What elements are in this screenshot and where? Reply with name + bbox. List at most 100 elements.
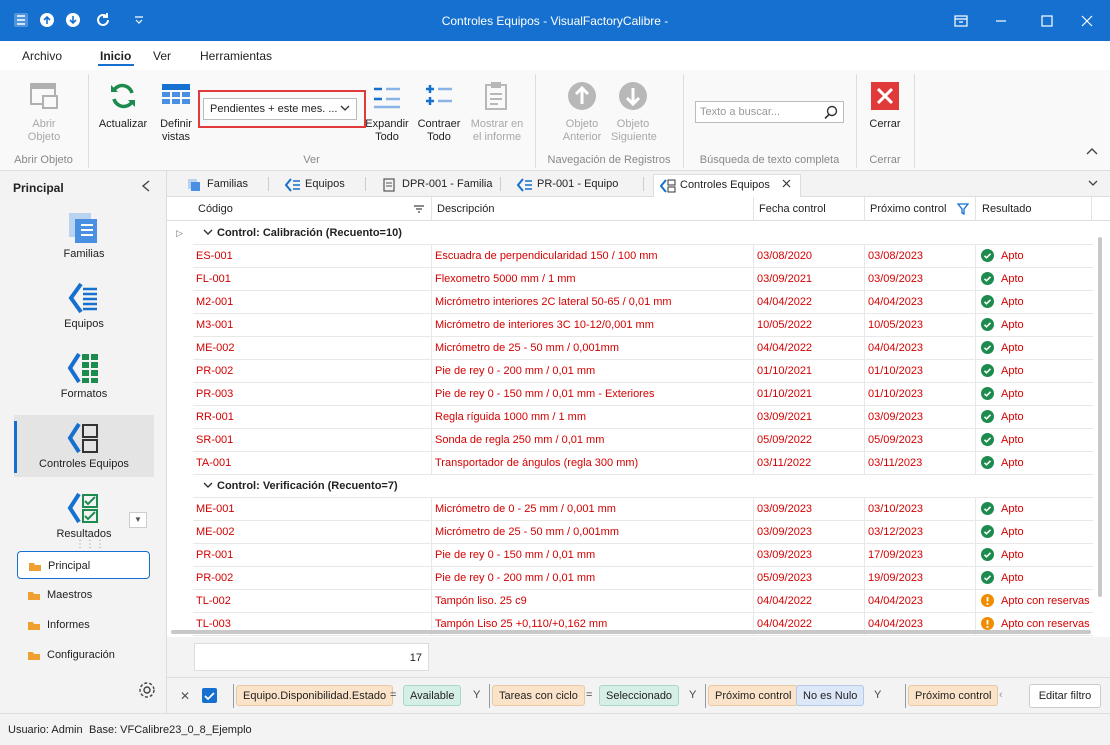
result-text: Apto — [1001, 342, 1024, 354]
minimize-icon[interactable] — [978, 0, 1024, 41]
collapse-ribbon-icon[interactable] — [1086, 146, 1098, 159]
table-row[interactable]: FL-001 Flexometro 5000 mm / 1 mm 03/09/202… — [193, 268, 1093, 291]
nav-item-controles-equipos[interactable]: Controles Equipos — [14, 415, 154, 477]
nav-group-informes[interactable]: Informes — [17, 611, 150, 639]
filter-enabled-checkbox[interactable] — [202, 688, 217, 703]
filter-field-chip[interactable]: Tareas con ciclo — [492, 685, 585, 706]
nav-group-label: Principal — [48, 560, 91, 572]
group-row[interactable]: Control: Verificación (Recuento=7) — [193, 475, 1093, 498]
clear-filter-icon[interactable]: ✕ — [180, 689, 190, 703]
doc-tab-dpr-001[interactable]: DPR-001 - Familia — [382, 174, 492, 197]
filter-operator-chip[interactable]: No es Nulo — [796, 685, 865, 706]
filter-field-chip[interactable]: Equipo.Disponibilidad.Estado — [236, 685, 394, 706]
col-header-descripcion[interactable]: Descripción — [437, 203, 494, 215]
define-views-button[interactable]: Definir vistas — [152, 80, 200, 144]
group-row[interactable]: Control: Calibración (Recuento=10) — [193, 222, 1093, 245]
result-text: Apto — [1001, 572, 1024, 584]
filter-value-chip[interactable]: Seleccionado — [599, 685, 680, 706]
table-row[interactable]: ME-002 Micrómetro de 25 - 50 mm / 0,001mm… — [193, 337, 1093, 360]
previous-object-button[interactable]: Objeto Anterior — [560, 80, 604, 144]
filter-icon[interactable] — [956, 203, 970, 218]
check-circle-icon — [981, 341, 994, 354]
gear-icon[interactable] — [138, 681, 156, 702]
table-row[interactable]: PR-001 Pie de rey 0 - 150 mm / 0,01 mm 03/… — [193, 544, 1093, 567]
filter-value-chip[interactable]: Available — [403, 685, 462, 706]
table-row[interactable]: ME-002 Micrómetro de 25 - 50 mm / 0,001mm… — [193, 521, 1093, 544]
result-text: Apto — [1001, 365, 1024, 377]
open-object-button[interactable]: Abrir Objeto — [22, 80, 66, 144]
filter-and[interactable]: Y — [874, 689, 881, 701]
table-row[interactable]: ES-001 Escuadra de perpendicularidad 150 … — [193, 245, 1093, 268]
table-row[interactable]: TA-001 Transportador de ángulos (regla 30… — [193, 452, 1093, 475]
col-header-resultado[interactable]: Resultado — [982, 203, 1032, 215]
column-divider — [753, 567, 754, 590]
doc-tab-equipos[interactable]: Equipos — [284, 174, 345, 197]
tab-herramientas[interactable]: Herramientas — [200, 49, 272, 63]
refresh-button[interactable]: Actualizar — [98, 80, 148, 131]
table-row[interactable]: ME-001 Micrómetro de 0 - 25 mm / 0,001 mm… — [193, 498, 1093, 521]
nav-group-maestros[interactable]: Maestros — [17, 581, 150, 609]
cell-resultado: Apto — [975, 360, 1093, 383]
total-count: 17 — [194, 643, 429, 671]
nav-group-principal[interactable]: Principal — [17, 551, 150, 579]
table-row[interactable]: RR-001 Regla ríguida 1000 mm / 1 mm 03/09/… — [193, 406, 1093, 429]
col-header-codigo[interactable]: Código — [198, 203, 233, 215]
horizontal-scrollbar[interactable] — [171, 630, 1091, 634]
folder-icon — [27, 590, 41, 604]
filter-and[interactable]: Y — [473, 689, 480, 701]
doc-tab-pr-001[interactable]: PR-001 - Equipo — [516, 174, 618, 197]
check-circle-icon — [981, 410, 994, 423]
scroll-down-icon[interactable]: ▼ — [129, 512, 147, 528]
nav-item-equipos[interactable]: Equipos — [14, 275, 154, 337]
close-button[interactable]: Cerrar — [864, 80, 906, 131]
tab-ver[interactable]: Ver — [153, 49, 171, 63]
filter-operator[interactable]: = — [390, 689, 396, 701]
table-row[interactable]: PR-002 Pie de rey 0 - 200 mm / 0,01 mm 01/… — [193, 360, 1093, 383]
expand-all-button[interactable]: Expandir Todo — [364, 80, 410, 144]
table-row[interactable]: M2-001 Micrómetro interiores 2C lateral 5… — [193, 291, 1093, 314]
col-header-fecha-control[interactable]: Fecha control — [759, 203, 826, 215]
scroll-left-icon[interactable]: ‹ — [999, 689, 1003, 701]
next-object-button[interactable]: Objeto Siguiente — [611, 80, 657, 144]
table-row[interactable]: M3-001 Micrómetro de interiores 3C 10-12/… — [193, 314, 1093, 337]
nav-item-formatos[interactable]: Formatos — [14, 345, 154, 407]
familias-icon — [67, 211, 101, 245]
cell-codigo: PR-001 — [196, 549, 234, 561]
tab-inicio[interactable]: Inicio — [100, 49, 131, 63]
doc-tab-label: Controles Equipos — [680, 179, 770, 191]
chevron-down-icon[interactable] — [203, 481, 213, 493]
doc-tab-controles-equipos[interactable]: Controles Equipos — [653, 174, 801, 197]
doc-tab-familias[interactable]: Familias — [187, 174, 248, 197]
filter-and[interactable]: Y — [689, 689, 696, 701]
chevron-down-icon[interactable] — [203, 228, 213, 240]
table-row[interactable]: PR-002 Pie de rey 0 - 200 mm / 0,01 mm 05/… — [193, 567, 1093, 590]
edit-filter-button[interactable]: Editar filtro — [1029, 684, 1101, 708]
col-header-proximo-control[interactable]: Próximo control — [870, 203, 946, 215]
table-row[interactable]: PR-003 Pie de rey 0 - 150 mm / 0,01 mm - … — [193, 383, 1093, 406]
nav-item-familias[interactable]: Familias — [14, 205, 154, 267]
tabs-dropdown-icon[interactable] — [1088, 178, 1098, 190]
cell-resultado: Apto — [975, 291, 1093, 314]
cell-proximo: 03/08/2023 — [868, 250, 924, 262]
navigation-panel: Principal Familias Equipos Formatos Cont… — [0, 171, 167, 713]
vertical-scrollbar[interactable] — [1098, 237, 1102, 597]
tab-archivo[interactable]: Archivo — [22, 49, 62, 63]
close-tab-icon[interactable] — [782, 179, 791, 191]
show-in-report-button[interactable]: Mostrar en el informe — [468, 80, 526, 144]
cell-descripcion: Escuadra de perpendicularidad 150 / 100 … — [435, 250, 658, 262]
column-divider — [753, 360, 754, 383]
table-row[interactable]: TL-002 Tampón liso. 25 c9 04/04/2022 04/04/… — [193, 590, 1093, 613]
filter-field-chip[interactable]: Próximo control — [708, 685, 799, 706]
search-input[interactable]: Texto a buscar... — [695, 101, 844, 123]
filter-field-chip[interactable]: Próximo control — [908, 685, 999, 706]
close-icon[interactable] — [1064, 0, 1110, 41]
cell-codigo: SR-001 — [196, 434, 234, 446]
collapse-panel-icon[interactable] — [141, 180, 151, 195]
resize-grip[interactable]: ⋮⋮⋮ — [75, 539, 105, 550]
nav-group-configuracion[interactable]: Configuración — [17, 641, 150, 669]
cell-fecha: 05/09/2022 — [757, 434, 813, 446]
collapse-all-button[interactable]: Contraer Todo — [416, 80, 462, 144]
table-row[interactable]: SR-001 Sonda de regla 250 mm / 0,01 mm 05/… — [193, 429, 1093, 452]
filter-operator[interactable]: = — [586, 689, 592, 701]
nav-group-label: Maestros — [47, 589, 93, 601]
